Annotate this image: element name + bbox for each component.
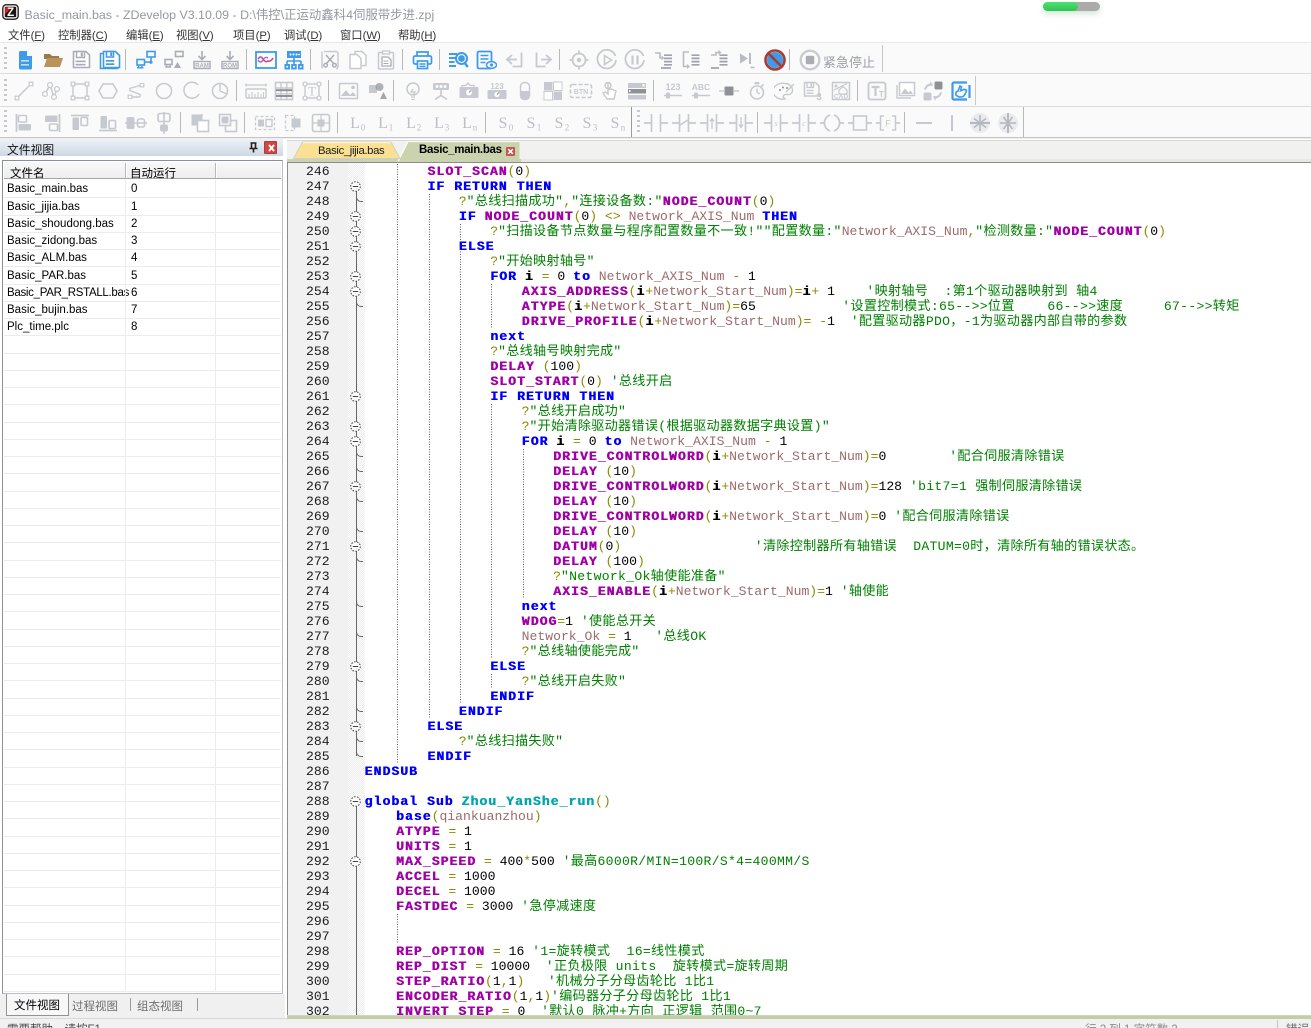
svg-text:1: 1 xyxy=(537,122,542,132)
svg-text:L: L xyxy=(350,115,360,132)
svg-text:n: n xyxy=(621,122,626,132)
svg-text:Z: Z xyxy=(7,7,14,19)
svg-text:c: c xyxy=(802,119,806,128)
svg-text:T: T xyxy=(308,83,316,98)
svg-text:L: L xyxy=(462,115,472,132)
svg-text:L: L xyxy=(378,115,388,132)
svg-text:1: 1 xyxy=(389,122,394,132)
svg-text:S: S xyxy=(499,115,508,132)
svg-text:L: L xyxy=(434,115,444,132)
svg-text:CAD: CAD xyxy=(834,93,848,100)
svg-text:0: 0 xyxy=(361,122,366,132)
svg-text:0: 0 xyxy=(509,122,514,132)
svg-text:3: 3 xyxy=(593,122,598,132)
svg-text:2: 2 xyxy=(565,122,570,132)
svg-text:s: s xyxy=(774,119,777,128)
svg-text:L: L xyxy=(406,115,416,132)
svg-text:ROM: ROM xyxy=(223,63,237,69)
svg-text:3: 3 xyxy=(445,122,450,132)
svg-text:T: T xyxy=(879,90,884,99)
svg-text:S: S xyxy=(555,115,564,132)
svg-text:S: S xyxy=(583,115,592,132)
svg-text:RAM: RAM xyxy=(195,63,209,69)
svg-text:123: 123 xyxy=(665,82,680,92)
svg-text:S: S xyxy=(611,115,620,132)
svg-text:n: n xyxy=(473,122,478,132)
svg-text:S: S xyxy=(527,115,536,132)
svg-text:BTN: BTN xyxy=(574,89,588,96)
svg-text:ABC: ABC xyxy=(692,82,710,92)
svg-text:F: F xyxy=(885,118,891,128)
svg-text:3: 3 xyxy=(816,92,822,101)
svg-text:2: 2 xyxy=(417,122,422,132)
svg-text:123: 123 xyxy=(490,82,504,91)
